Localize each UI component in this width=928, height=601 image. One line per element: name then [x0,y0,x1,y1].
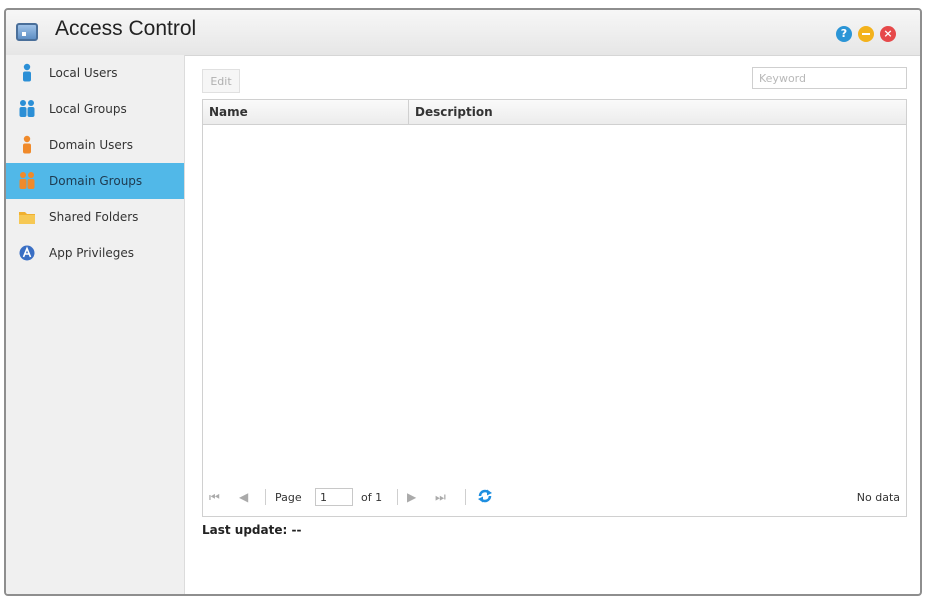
user-icon [23,63,31,82]
pager-divider [265,489,266,505]
column-header-description[interactable]: Description [409,100,906,124]
folder-icon [19,212,35,224]
sidebar-item-app-privileges[interactable]: App Privileges [6,235,184,271]
table-header: Name Description [203,100,906,125]
sidebar-item-domain-users[interactable]: Domain Users [6,127,184,163]
main-panel: Edit Name Description ⏮ ◀ Page of 1 ▶ ⏭ [184,55,920,594]
pager-status: No data [856,491,900,504]
pager-divider [465,489,466,505]
edit-button[interactable]: Edit [202,69,240,93]
users-icon [19,172,35,189]
users-icon [19,100,35,117]
prev-page-icon[interactable]: ◀ [239,490,248,504]
groups-table: Name Description ⏮ ◀ Page of 1 ▶ ⏭ [202,99,907,517]
minimize-button[interactable] [858,26,874,42]
close-button[interactable]: × [880,26,896,42]
pager-divider [397,489,398,505]
sidebar: Local Users Local Groups Domain Users Do… [6,55,185,594]
sidebar-item-label: Domain Groups [49,174,143,188]
sidebar-item-local-groups[interactable]: Local Groups [6,91,184,127]
user-icon [23,135,31,154]
window-title: Access Control [55,17,197,40]
first-page-icon[interactable]: ⏮ [209,490,220,505]
column-header-name[interactable]: Name [203,100,409,124]
next-page-icon[interactable]: ▶ [407,490,416,504]
sidebar-item-label: App Privileges [49,246,134,260]
sidebar-item-local-users[interactable]: Local Users [6,55,184,91]
sidebar-item-shared-folders[interactable]: Shared Folders [6,199,184,235]
page-count-label: of 1 [361,491,383,504]
access-control-app-icon [16,23,38,41]
title-bar: Access Control ? × [6,10,920,56]
app-icon [19,245,35,261]
sidebar-item-label: Local Users [49,66,118,80]
sidebar-item-domain-groups[interactable]: Domain Groups [6,163,184,199]
keyword-search-input[interactable] [752,67,907,89]
refresh-icon[interactable] [476,487,494,505]
help-button[interactable]: ? [836,26,852,42]
sidebar-item-label: Shared Folders [49,210,139,224]
sidebar-item-label: Domain Users [49,138,133,152]
page-number-input[interactable] [315,488,353,506]
access-control-window: Access Control ? × Local Users Local Gro… [4,8,922,596]
pagination-bar: ⏮ ◀ Page of 1 ▶ ⏭ No data [203,480,906,516]
last-page-icon[interactable]: ⏭ [435,490,446,505]
sidebar-item-label: Local Groups [49,102,127,116]
page-label: Page [275,491,302,504]
last-update-text: Last update: -- [202,523,302,537]
